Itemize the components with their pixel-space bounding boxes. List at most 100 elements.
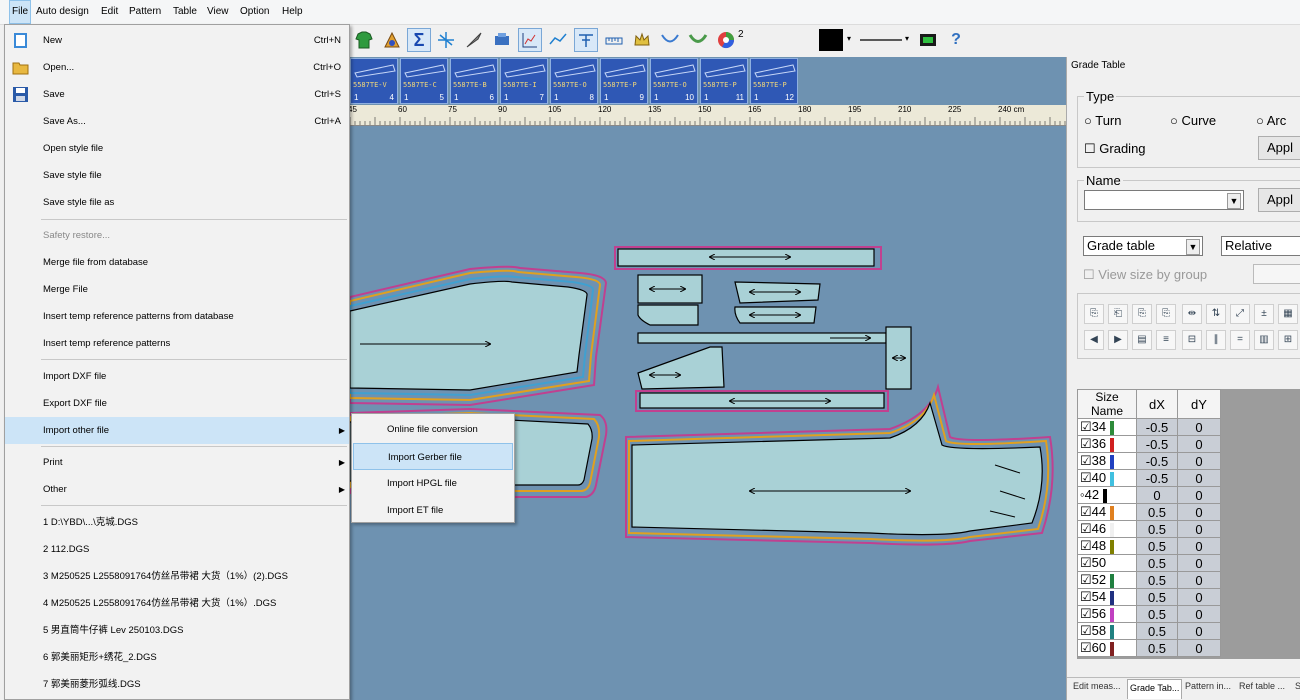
recent-file-3[interactable]: 3 M250525 L2558091764仿丝吊带裙 大货（1%）(2).DGS xyxy=(5,563,349,590)
dy-cell[interactable]: 0 xyxy=(1177,622,1221,640)
radio-turn[interactable]: ○ Turn xyxy=(1084,113,1121,128)
grade-table-select[interactable]: Grade table ▼ xyxy=(1083,236,1203,256)
dy-cell[interactable]: 0 xyxy=(1177,452,1221,470)
size-cell[interactable]: ☑52 xyxy=(1077,571,1137,589)
menu-item-merge-from-database[interactable]: Merge file from database xyxy=(5,249,349,276)
rows-icon[interactable]: = xyxy=(1230,330,1250,350)
shape-icon[interactable] xyxy=(686,28,710,52)
table-row[interactable]: ☑52 0.5 0 xyxy=(1077,571,1221,589)
pattern-canvas[interactable]: 5587TE-V 1 4 5587TE-C 1 5 5587TE-B 1 6 5587TE-I 1 7… xyxy=(350,57,1066,700)
size-cell[interactable]: ☑60 xyxy=(1077,639,1137,657)
table-row[interactable]: ☑38 -0.5 0 xyxy=(1077,452,1221,470)
dy-cell[interactable]: 0 xyxy=(1177,588,1221,606)
apply-name-button[interactable]: Appl xyxy=(1258,188,1300,212)
step-icon[interactable]: ± xyxy=(1254,304,1274,324)
size-cell[interactable]: ☑58 xyxy=(1077,622,1137,640)
radio-curve[interactable]: ○ Curve xyxy=(1170,113,1216,128)
dx-cell[interactable]: -0.5 xyxy=(1136,469,1178,487)
shirt-icon[interactable] xyxy=(352,28,376,52)
submenu-item-online-conversion[interactable]: Online file conversion xyxy=(353,416,513,443)
table-row[interactable]: ☑48 0.5 0 xyxy=(1077,537,1221,555)
dx-cell[interactable]: -0.5 xyxy=(1136,418,1178,436)
dx-cell[interactable]: 0 xyxy=(1136,486,1178,504)
size-cell[interactable]: ☑56 xyxy=(1077,605,1137,623)
sigma-icon[interactable]: Σ xyxy=(407,28,431,52)
tab-ref-table[interactable]: Ref table ... xyxy=(1239,681,1285,691)
size-checkbox[interactable]: ☑ xyxy=(1080,419,1092,434)
dx-cell[interactable]: 0.5 xyxy=(1136,639,1178,657)
recent-file-4[interactable]: 4 M250525 L2558091764仿丝吊带裙 大货（1%）.DGS xyxy=(5,590,349,617)
recent-file-2[interactable]: 2 112.DGS xyxy=(5,536,349,563)
color-swatch-icon[interactable] xyxy=(818,28,844,52)
dy-cell[interactable]: 0 xyxy=(1177,418,1221,436)
pattern-piece-fly[interactable] xyxy=(635,390,889,412)
size-checkbox[interactable]: ☑ xyxy=(1080,623,1092,638)
pattern-piece-front-leg[interactable] xyxy=(350,265,608,407)
brush-icon[interactable] xyxy=(462,28,486,52)
piece-thumbnail[interactable]: 5587TE-V 1 4 xyxy=(350,58,398,104)
menu-option[interactable]: Option xyxy=(238,0,271,24)
size-cell[interactable]: ◦42 xyxy=(1077,486,1137,504)
recent-file-7[interactable]: 7 郭美丽菱形弧线.DGS xyxy=(5,671,349,698)
relative-select[interactable]: Relative xyxy=(1221,236,1300,256)
menu-item-save-as[interactable]: Save As... Ctrl+A xyxy=(5,108,349,135)
size-checkbox[interactable]: ☑ xyxy=(1080,436,1092,451)
menu-item-save[interactable]: Save Ctrl+S xyxy=(5,81,349,108)
menu-pattern[interactable]: Pattern xyxy=(127,0,163,24)
left-align-icon[interactable]: ◀ xyxy=(1084,330,1104,350)
table-row[interactable]: ☑54 0.5 0 xyxy=(1077,588,1221,606)
piece-thumbnail[interactable]: 5587TE-P 1 12 xyxy=(750,58,798,104)
menu-item-print[interactable]: Print ▶ xyxy=(5,449,349,476)
table-row[interactable]: ◦42 0 0 xyxy=(1077,486,1221,504)
paste-grade-icon[interactable]: ⎗ xyxy=(1108,304,1128,324)
size-cell[interactable]: ☑38 xyxy=(1077,452,1137,470)
dx-cell[interactable]: -0.5 xyxy=(1136,452,1178,470)
size-checkbox[interactable]: ☑ xyxy=(1080,470,1092,485)
line-style-icon[interactable] xyxy=(858,28,904,52)
size-checkbox[interactable]: ☑ xyxy=(1080,521,1092,536)
menu-item-new[interactable]: New Ctrl+N xyxy=(5,27,349,54)
table-row[interactable]: ☑36 -0.5 0 xyxy=(1077,435,1221,453)
menu-view[interactable]: View xyxy=(205,0,231,24)
distribute-icon[interactable]: ⊟ xyxy=(1182,330,1202,350)
size-cell[interactable]: ☑40 xyxy=(1077,469,1137,487)
grading-checkbox[interactable]: ☐ Grading xyxy=(1084,141,1146,157)
palette-icon[interactable] xyxy=(380,28,404,52)
dy-cell[interactable]: 0 xyxy=(1177,571,1221,589)
table-icon[interactable]: ▥ xyxy=(1254,330,1274,350)
right-align-icon[interactable]: ▶ xyxy=(1108,330,1128,350)
piece-thumbnail[interactable]: 5587TE-I 1 7 xyxy=(500,58,548,104)
size-cell[interactable]: ☑34 xyxy=(1077,418,1137,436)
size-cell[interactable]: ☑36 xyxy=(1077,435,1137,453)
piece-thumbnail[interactable]: 5587TE-B 1 6 xyxy=(450,58,498,104)
submenu-item-import-et[interactable]: Import ET file xyxy=(353,497,513,524)
submenu-item-import-gerber[interactable]: Import Gerber file xyxy=(353,443,513,470)
table-row[interactable]: ☑46 0.5 0 xyxy=(1077,520,1221,538)
crown-icon[interactable] xyxy=(630,28,654,52)
tab-s[interactable]: S xyxy=(1295,681,1300,691)
size-cell[interactable]: ☑48 xyxy=(1077,537,1137,555)
fill-icon[interactable]: ▤ xyxy=(1132,330,1152,350)
more-icon[interactable]: ▦ xyxy=(1278,304,1298,324)
piece-thumbnail[interactable]: 5587TE-P 1 9 xyxy=(600,58,648,104)
pattern-piece-pocket-1[interactable] xyxy=(637,274,703,304)
film-icon[interactable] xyxy=(916,28,940,52)
pattern-piece-yoke[interactable] xyxy=(637,346,725,390)
menu-help[interactable]: Help xyxy=(280,0,305,24)
tab-grade-table[interactable]: Grade Tab... xyxy=(1127,679,1183,699)
size-checkbox[interactable]: ☑ xyxy=(1080,572,1092,587)
menu-item-insert-temp-patterns[interactable]: Insert temp reference patterns xyxy=(5,330,349,357)
dy-cell[interactable]: 0 xyxy=(1177,503,1221,521)
table-row[interactable]: ☑60 0.5 0 xyxy=(1077,639,1221,657)
dx-cell[interactable]: 0.5 xyxy=(1136,571,1178,589)
line-width-value[interactable]: 2 xyxy=(738,29,744,40)
apply-type-button[interactable]: Appl xyxy=(1258,136,1300,160)
grade-rule-icon[interactable] xyxy=(434,28,458,52)
name-select[interactable]: ▼ xyxy=(1084,190,1244,210)
menu-item-import-other[interactable]: Import other file ▶ xyxy=(5,417,349,444)
piece-thumbnail[interactable]: 5587TE-O 1 10 xyxy=(650,58,698,104)
view-by-group-checkbox[interactable]: ☐ View size by group xyxy=(1083,267,1207,283)
dx-cell[interactable]: -0.5 xyxy=(1136,435,1178,453)
table-row[interactable]: ☑56 0.5 0 xyxy=(1077,605,1221,623)
tool-icon[interactable] xyxy=(574,28,598,52)
